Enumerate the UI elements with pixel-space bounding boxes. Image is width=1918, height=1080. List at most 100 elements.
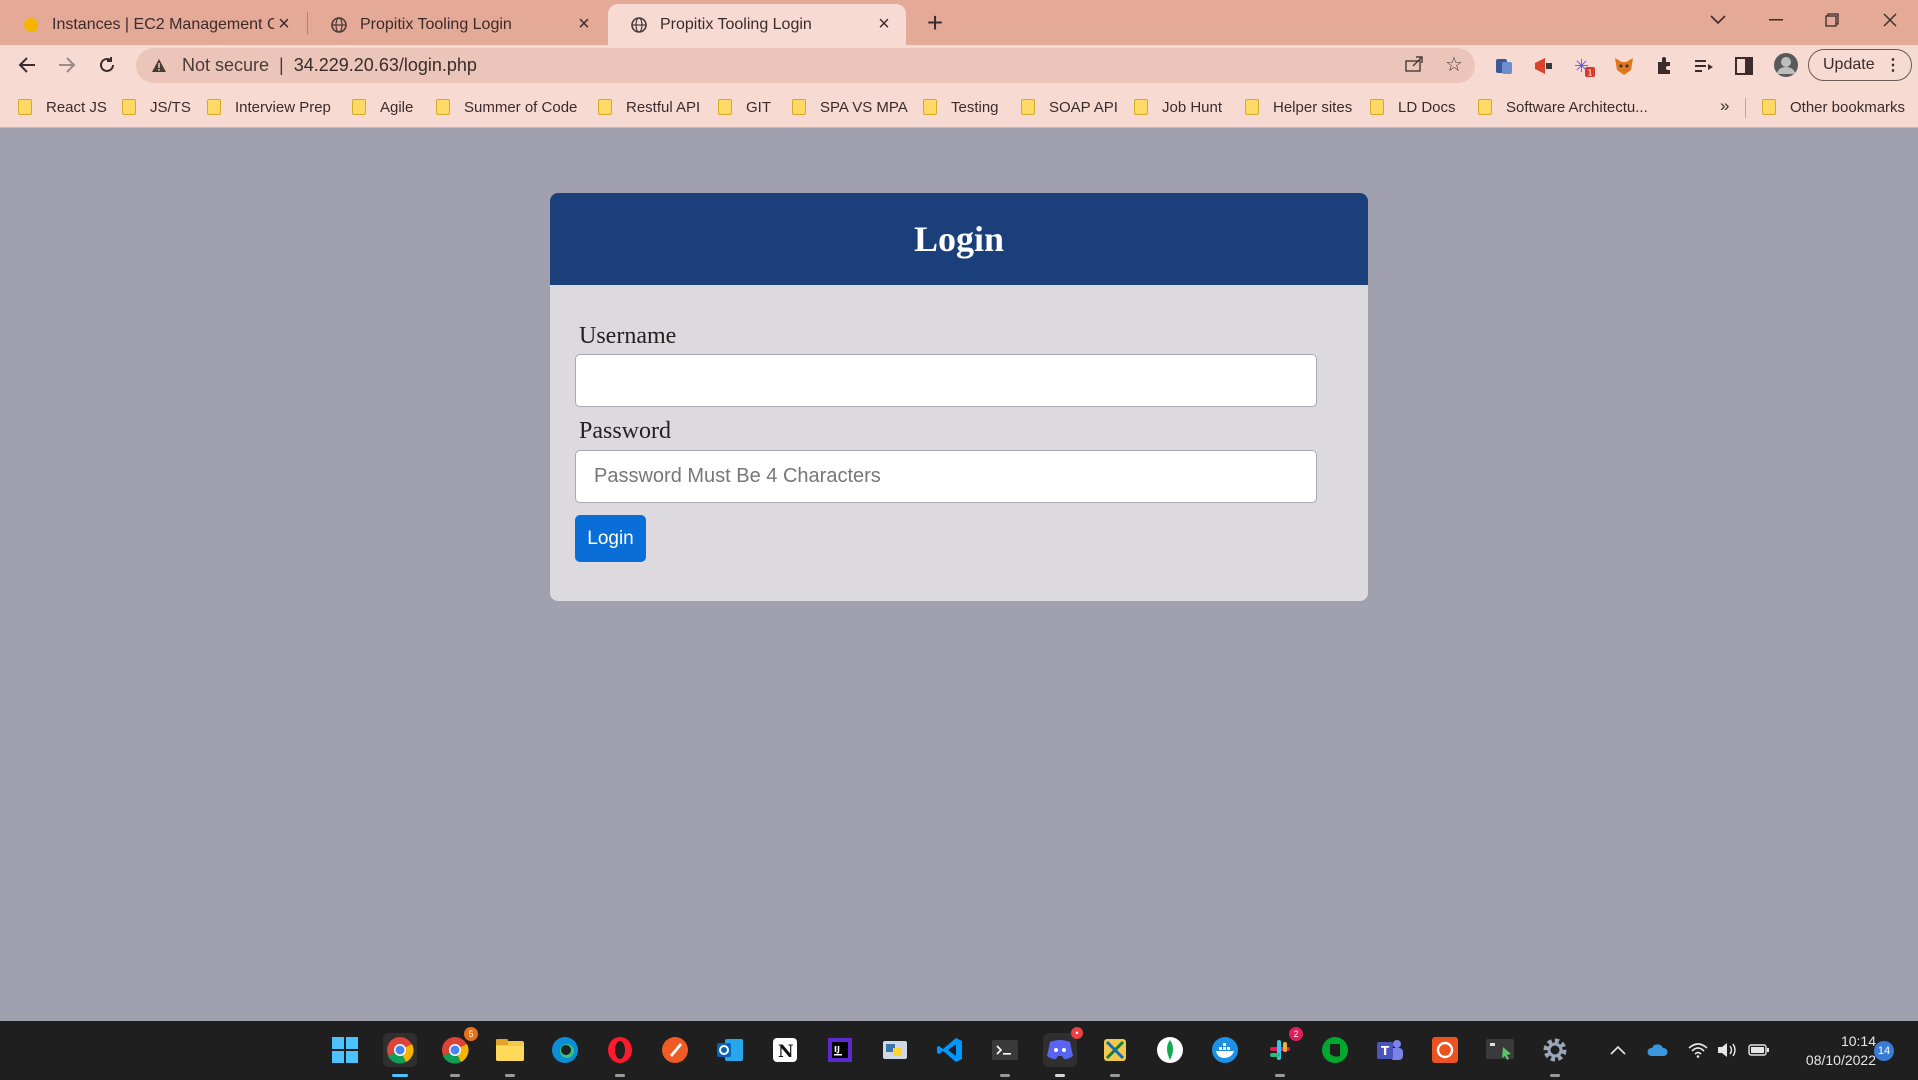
snipping-tool-icon[interactable] bbox=[1098, 1033, 1132, 1077]
security-status[interactable]: Not secure bbox=[182, 55, 269, 76]
running-indicator bbox=[1275, 1074, 1285, 1077]
folder-icon bbox=[598, 99, 612, 115]
notification-badge: 5 bbox=[464, 1027, 478, 1041]
close-icon[interactable]: × bbox=[574, 13, 594, 35]
password-field[interactable] bbox=[575, 450, 1317, 503]
bookmark-folder[interactable]: LD Docs bbox=[1370, 96, 1456, 118]
login-card: Login Username Password Login bbox=[550, 193, 1368, 601]
show-hidden-icons-chevron-icon[interactable] bbox=[1607, 1039, 1629, 1061]
forward-arrow-icon[interactable] bbox=[52, 50, 82, 80]
side-panel-icon[interactable] bbox=[1732, 54, 1756, 78]
docker-icon[interactable] bbox=[1208, 1033, 1242, 1067]
folder-icon bbox=[1134, 99, 1148, 115]
intellij-icon[interactable]: IJ bbox=[823, 1033, 857, 1067]
profile-avatar-icon[interactable] bbox=[1772, 51, 1800, 79]
settings-gear-icon[interactable] bbox=[1538, 1033, 1572, 1077]
bookmark-folder[interactable]: SPA VS MPA bbox=[792, 96, 908, 118]
bookmark-folder[interactable]: GIT bbox=[718, 96, 771, 118]
bookmark-folder[interactable]: Helper sites bbox=[1245, 96, 1352, 118]
evernote-icon[interactable] bbox=[1318, 1033, 1352, 1067]
folder-icon bbox=[352, 99, 366, 115]
file-explorer-icon[interactable] bbox=[493, 1033, 527, 1077]
slack-icon[interactable]: 2 bbox=[1263, 1027, 1303, 1077]
notion-icon[interactable]: N bbox=[768, 1033, 802, 1067]
back-arrow-icon[interactable] bbox=[12, 50, 42, 80]
chrome-profile-icon[interactable]: 5 bbox=[438, 1027, 478, 1077]
update-label: Update bbox=[1823, 56, 1875, 73]
teams-icon[interactable]: T bbox=[1373, 1033, 1407, 1067]
folder-icon bbox=[1762, 99, 1776, 115]
close-icon[interactable]: × bbox=[874, 13, 894, 35]
python-installer-icon[interactable] bbox=[878, 1033, 912, 1067]
vscode-icon[interactable] bbox=[933, 1033, 967, 1067]
active-indicator bbox=[392, 1074, 408, 1077]
other-bookmarks[interactable]: Other bookmarks bbox=[1762, 96, 1905, 118]
postman-icon[interactable] bbox=[658, 1033, 692, 1067]
bookmark-folder[interactable]: Software Architectu... bbox=[1478, 96, 1648, 118]
running-indicator bbox=[1110, 1074, 1120, 1077]
window-close-icon[interactable] bbox=[1862, 0, 1918, 40]
system-clock[interactable]: 10:14 08/10/2022 bbox=[1786, 1032, 1876, 1070]
notification-count-badge[interactable]: 14 bbox=[1874, 1041, 1894, 1061]
chrome-icon[interactable] bbox=[383, 1033, 417, 1077]
volume-speaker-icon[interactable] bbox=[1717, 1039, 1739, 1061]
more-vertical-icon[interactable]: ⋮ bbox=[1885, 55, 1901, 75]
bookmark-star-icon[interactable]: ☆ bbox=[1442, 52, 1466, 76]
metamask-fox-icon[interactable] bbox=[1612, 54, 1636, 78]
svg-text:1: 1 bbox=[1588, 69, 1593, 78]
url-text[interactable]: 34.229.20.63/login.php bbox=[294, 55, 477, 76]
reading-list-icon[interactable] bbox=[1692, 54, 1716, 78]
reload-icon[interactable] bbox=[92, 50, 122, 80]
folder-icon bbox=[1478, 99, 1492, 115]
svg-text:IJ: IJ bbox=[834, 1045, 840, 1054]
notification-badge: • bbox=[1071, 1027, 1083, 1039]
opera-icon[interactable] bbox=[603, 1033, 637, 1077]
remote-desktop-icon[interactable] bbox=[1483, 1033, 1517, 1067]
url-separator: | bbox=[279, 55, 284, 75]
bookmark-folder[interactable]: JS/TS bbox=[122, 96, 191, 118]
new-tab-plus-icon[interactable]: + bbox=[920, 7, 950, 38]
outlook-icon[interactable] bbox=[713, 1033, 747, 1067]
extensions-puzzle-icon[interactable] bbox=[1652, 54, 1676, 78]
close-icon[interactable]: × bbox=[274, 13, 294, 35]
translate-extension-icon[interactable] bbox=[1492, 54, 1516, 78]
discord-icon[interactable]: • bbox=[1043, 1027, 1083, 1077]
tab-propitix-login-active[interactable]: Propitix Tooling Login × bbox=[608, 4, 906, 45]
bookmark-folder[interactable]: Summer of Code bbox=[436, 96, 577, 118]
bookmark-folder[interactable]: Testing bbox=[923, 96, 999, 118]
bookmark-folder[interactable]: SOAP API bbox=[1021, 96, 1118, 118]
username-field[interactable] bbox=[575, 354, 1317, 407]
windows-start-icon[interactable] bbox=[328, 1033, 362, 1067]
megaphone-extension-icon[interactable] bbox=[1532, 54, 1556, 78]
address-bar[interactable]: Not secure | 34.229.20.63/login.php bbox=[136, 48, 1475, 83]
mongodb-compass-icon[interactable] bbox=[1153, 1033, 1187, 1067]
folder-icon bbox=[792, 99, 806, 115]
update-button[interactable]: Update ⋮ bbox=[1808, 49, 1912, 81]
tab-ec2-instances[interactable]: Instances | EC2 Management Con × bbox=[0, 4, 306, 45]
edge-icon[interactable] bbox=[548, 1033, 582, 1067]
tab-search-chevron-icon[interactable] bbox=[1690, 0, 1746, 40]
bookmark-folder[interactable]: Agile bbox=[352, 96, 413, 118]
bookmark-folder[interactable]: Job Hunt bbox=[1134, 96, 1222, 118]
globe-icon bbox=[630, 16, 648, 34]
tab-propitix-login-1[interactable]: Propitix Tooling Login × bbox=[308, 4, 606, 45]
share-icon[interactable] bbox=[1402, 52, 1426, 76]
browser-toolbar: Not secure | 34.229.20.63/login.php ☆ ✳ 1… bbox=[0, 45, 1918, 86]
onedrive-cloud-icon[interactable] bbox=[1646, 1039, 1668, 1061]
snowflake-extension-icon[interactable]: ✳ 1 bbox=[1572, 54, 1596, 78]
restore-icon[interactable] bbox=[1804, 0, 1860, 40]
minimize-icon[interactable] bbox=[1748, 0, 1804, 40]
bookmarks-overflow-chevron-icon[interactable]: » bbox=[1720, 96, 1729, 116]
ubuntu-icon[interactable] bbox=[1428, 1033, 1462, 1067]
bookmark-folder[interactable]: React JS bbox=[18, 96, 107, 118]
bookmark-folder[interactable]: Restful API bbox=[598, 96, 700, 118]
battery-charging-icon[interactable] bbox=[1748, 1039, 1770, 1061]
wifi-icon[interactable] bbox=[1687, 1039, 1709, 1061]
terminal-icon[interactable] bbox=[988, 1033, 1022, 1077]
bookmark-folder[interactable]: Interview Prep bbox=[207, 96, 331, 118]
login-button[interactable]: Login bbox=[575, 515, 646, 562]
folder-icon bbox=[207, 99, 221, 115]
svg-text:T: T bbox=[1381, 1044, 1390, 1058]
folder-icon bbox=[436, 99, 450, 115]
warning-triangle-icon[interactable] bbox=[150, 57, 168, 75]
